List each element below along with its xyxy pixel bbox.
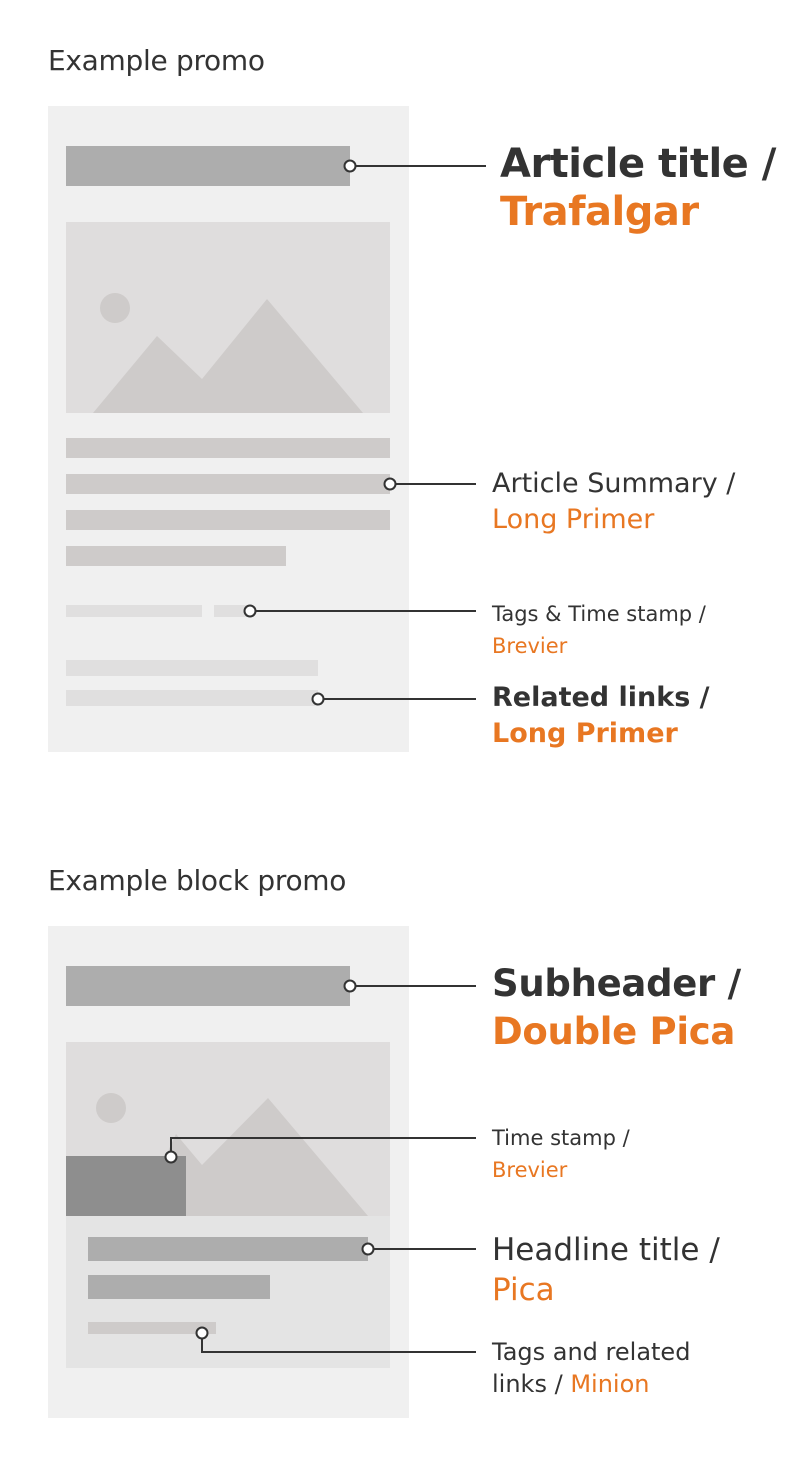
annotation-related-links: Related links / Long Primer (492, 682, 710, 749)
timestamp-overlay-box (66, 1156, 186, 1216)
tag-placeholder (66, 605, 202, 617)
headline-line-1 (88, 1237, 368, 1261)
summary-line-1 (66, 438, 390, 458)
annotation-time-stamp: Time stamp / Brevier (492, 1126, 630, 1182)
annotation-article-title: Article title / Trafalgar (500, 141, 776, 235)
related-link-2 (66, 690, 318, 706)
block-promo-heading: Example block promo (48, 864, 347, 897)
subheader-placeholder (66, 966, 350, 1006)
annotation-tags-related-links: Tags and related links / Minion (492, 1338, 691, 1398)
promo-heading: Example promo (48, 44, 265, 77)
block-promo-card (48, 926, 409, 1418)
annotation-headline-title: Headline title / Pica (492, 1232, 720, 1308)
related-link-1 (66, 660, 318, 676)
headline-line-2 (88, 1275, 270, 1299)
block-body (66, 1216, 390, 1368)
image-icon (93, 293, 363, 413)
article-title-placeholder (66, 146, 350, 186)
summary-line-4 (66, 546, 286, 566)
annotation-article-summary: Article Summary / Long Primer (492, 468, 736, 535)
image-placeholder (66, 222, 390, 413)
annotation-subheader: Subheader / Double Pica (492, 962, 741, 1053)
block-image-placeholder (66, 1042, 390, 1216)
tags-links-placeholder (88, 1322, 216, 1334)
annotation-tags-timestamp: Tags & Time stamp / Brevier (492, 602, 706, 658)
timestamp-placeholder (214, 605, 250, 617)
summary-line-2 (66, 474, 390, 494)
summary-line-3 (66, 510, 390, 530)
promo-card (48, 106, 409, 752)
